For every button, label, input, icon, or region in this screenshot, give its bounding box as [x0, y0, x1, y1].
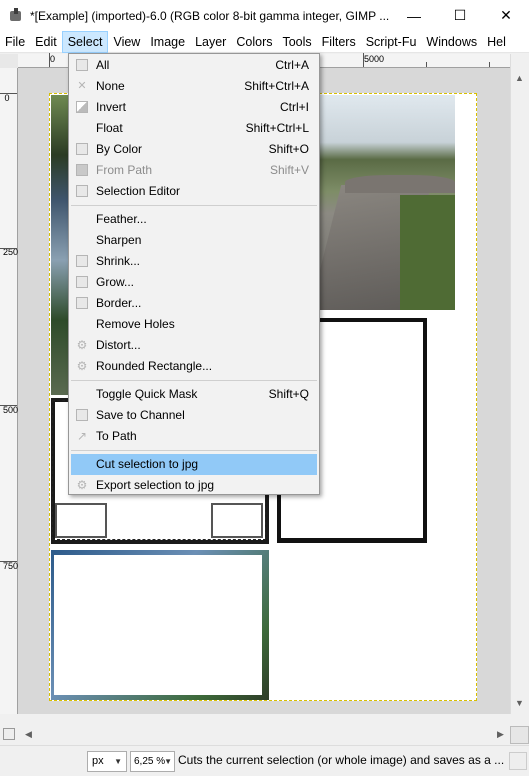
photo-frame-bottom-left — [51, 550, 269, 700]
script-icon: ⚙ — [76, 478, 88, 492]
menu-colors[interactable]: Colors — [231, 31, 277, 53]
close-button[interactable]: ✕ — [483, 0, 529, 31]
menuitem-grow[interactable]: Grow... — [69, 272, 319, 293]
zoom-value: 6,25 % — [134, 756, 166, 767]
ruler-label: 5000 — [3, 405, 24, 415]
select-none-icon: ✕ — [77, 80, 87, 92]
scroll-left-icon[interactable]: ◀ — [20, 726, 37, 743]
menuitem-save-to-channel[interactable]: Save to Channel — [69, 405, 319, 426]
menuitem-from-path[interactable]: From Path Shift+V — [69, 160, 319, 181]
menuitem-to-path[interactable]: ↗ To Path — [69, 426, 319, 447]
select-menu-dropdown: All Ctrl+A ✕ None Shift+Ctrl+A Invert Ctrl+… — [68, 53, 320, 495]
menu-file[interactable]: File — [0, 31, 30, 53]
menuitem-float[interactable]: Float Shift+Ctrl+L — [69, 118, 319, 139]
unit-value: px — [92, 755, 104, 767]
gimp-app-icon — [8, 7, 24, 24]
scroll-right-icon[interactable]: ▶ — [492, 726, 509, 743]
menuitem-selection-editor[interactable]: Selection Editor — [69, 181, 319, 202]
navigate-icon[interactable] — [510, 726, 529, 744]
menu-image[interactable]: Image — [145, 31, 190, 53]
grow-icon — [76, 276, 88, 288]
by-color-icon — [76, 143, 88, 155]
menuitem-invert[interactable]: Invert Ctrl+I — [69, 97, 319, 118]
channel-icon — [76, 409, 88, 421]
menu-view[interactable]: View — [108, 31, 145, 53]
photo-road-motorcycle — [305, 95, 455, 310]
ruler-label: 7500 — [3, 561, 24, 571]
status-bar: px ▼ 6,25 % ▼ Cuts the current selection… — [0, 745, 529, 776]
window-title: *[Example] (imported)-6.0 (RGB color 8-b… — [30, 8, 390, 23]
menuitem-select-all[interactable]: All Ctrl+A — [69, 55, 319, 76]
ruler-label: 0 — [4, 93, 10, 103]
horizontal-scrollbar[interactable]: ◀ ▶ — [18, 726, 510, 744]
menuitem-cut-selection-to-jpg[interactable]: Cut selection to jpg — [71, 454, 317, 475]
selection-editor-icon — [76, 185, 88, 197]
menuitem-sharpen[interactable]: Sharpen — [69, 230, 319, 251]
menu-separator — [71, 450, 317, 451]
ruler-corner[interactable] — [0, 54, 18, 68]
quick-mask-toggle[interactable] — [3, 728, 15, 740]
chevron-down-icon: ▼ — [164, 757, 172, 766]
menu-filters[interactable]: Filters — [317, 31, 361, 53]
unit-select[interactable]: px ▼ — [87, 751, 127, 772]
float-icon — [76, 122, 88, 134]
menu-bar: File Edit Select View Image Layer Colors… — [0, 30, 529, 53]
minimize-button[interactable]: — — [391, 0, 437, 31]
menuitem-distort[interactable]: ⚙ Distort... — [69, 335, 319, 356]
vertical-ruler[interactable]: 0 2500 5000 7500 — [0, 68, 24, 714]
menuitem-feather[interactable]: Feather... — [69, 209, 319, 230]
menu-separator — [71, 380, 317, 381]
ruler-label: 5000 — [364, 54, 385, 64]
script-icon: ⚙ — [76, 338, 88, 352]
menuitem-by-color[interactable]: By Color Shift+O — [69, 139, 319, 160]
menuitem-select-none[interactable]: ✕ None Shift+Ctrl+A — [69, 76, 319, 97]
from-path-icon — [76, 164, 88, 176]
menu-help[interactable]: Hel — [482, 31, 511, 53]
ruler-label: 0 — [50, 54, 56, 64]
chevron-down-icon: ▼ — [114, 757, 122, 766]
window-controls: — ☐ ✕ — [391, 0, 529, 31]
scroll-down-icon[interactable]: ▼ — [511, 695, 528, 712]
cancel-icon[interactable] — [509, 752, 527, 770]
menu-tools[interactable]: Tools — [277, 31, 316, 53]
menuitem-shrink[interactable]: Shrink... — [69, 251, 319, 272]
scroll-up-icon[interactable]: ▲ — [511, 70, 528, 87]
menu-layer[interactable]: Layer — [190, 31, 231, 53]
menuitem-rounded-rectangle[interactable]: ⚙ Rounded Rectangle... — [69, 356, 319, 377]
menu-edit[interactable]: Edit — [30, 31, 62, 53]
menuitem-toggle-quick-mask[interactable]: Toggle Quick Mask Shift+Q — [69, 384, 319, 405]
menu-separator — [71, 205, 317, 206]
ruler-label: 2500 — [3, 247, 24, 257]
maximize-button[interactable]: ☐ — [437, 0, 483, 31]
status-message: Cuts the current selection (or whole ima… — [178, 753, 505, 767]
menuitem-remove-holes[interactable]: Remove Holes — [69, 314, 319, 335]
menu-script-fu[interactable]: Script-Fu — [361, 31, 422, 53]
script-icon: ⚙ — [76, 359, 88, 373]
menu-windows[interactable]: Windows — [421, 31, 482, 53]
path-icon: ↗ — [76, 429, 88, 443]
border-icon — [76, 297, 88, 309]
zoom-select[interactable]: 6,25 % ▼ — [130, 751, 175, 772]
shrink-icon — [76, 255, 88, 267]
vertical-scrollbar[interactable]: ▲ ▼ — [510, 54, 529, 714]
select-all-icon — [76, 59, 88, 71]
menuitem-export-selection-to-jpg[interactable]: ⚙ Export selection to jpg — [69, 475, 319, 496]
invert-icon — [76, 101, 88, 113]
title-bar: *[Example] (imported)-6.0 (RGB color 8-b… — [0, 0, 529, 31]
menuitem-border[interactable]: Border... — [69, 293, 319, 314]
menu-select[interactable]: Select — [61, 30, 109, 53]
